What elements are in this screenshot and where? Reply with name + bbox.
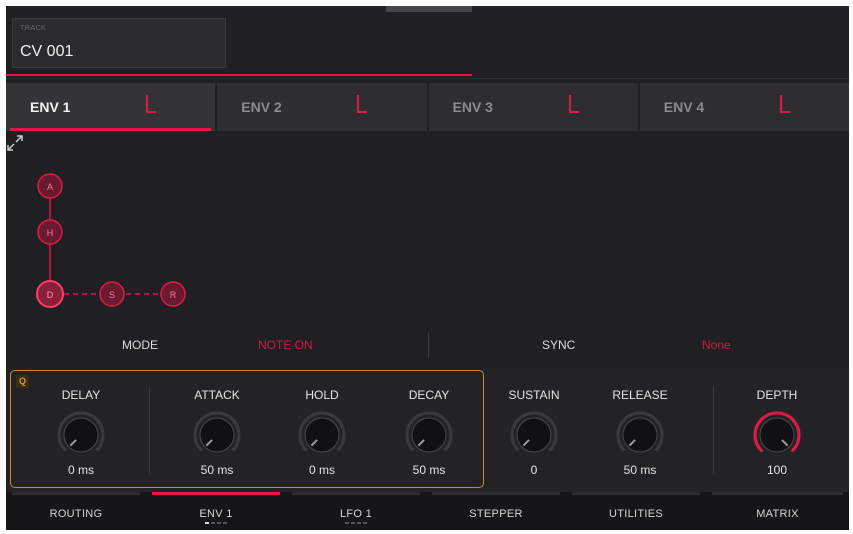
knob-label: DEPTH [756, 388, 798, 402]
bottom-nav: ROUTING ENV 1 LFO 1 STEPPER UTILITIES MA… [6, 492, 849, 530]
envelope-shape-icon [779, 95, 790, 113]
graph-node-r[interactable]: R [160, 281, 186, 307]
graph-node-h[interactable]: H [37, 219, 63, 245]
tab-env-4[interactable]: ENV 4 [639, 83, 849, 131]
knob-label: SUSTAIN [508, 388, 560, 402]
knob-decay[interactable]: DECAY 50 ms [379, 368, 479, 492]
knob-hold[interactable]: HOLD 0 ms [272, 368, 372, 492]
knob-divider [149, 386, 150, 474]
nav-env-1[interactable]: ENV 1 [146, 492, 286, 530]
knob-label: DELAY [61, 388, 101, 402]
nav-label: ENV 1 [199, 508, 233, 520]
track-label: TRACK [20, 25, 47, 32]
page-dots [286, 522, 426, 524]
knob-dial-icon [57, 411, 105, 453]
nav-routing[interactable]: ROUTING [6, 492, 146, 530]
knob-value: 50 ms [412, 463, 446, 477]
knob-panel: Q DELAY 0 ms ATTACK 50 ms HOLD 0 ms DECA… [6, 368, 849, 492]
mode-value[interactable]: NOTE ON [258, 338, 313, 352]
nav-indicator [152, 492, 280, 495]
graph-node-label: R [170, 290, 177, 300]
tab-label: ENV 2 [241, 99, 282, 115]
mode-sync-row: MODE NOTE ON SYNC None [6, 328, 849, 362]
envelope-shape-icon [146, 95, 156, 113]
knob-body [622, 417, 658, 453]
graph-node-s[interactable]: S [99, 281, 125, 307]
knob-dial-icon [298, 411, 346, 453]
knob-dial-icon [405, 411, 453, 453]
tab-env-3[interactable]: ENV 3 [428, 83, 638, 131]
top-handle[interactable] [386, 6, 472, 12]
knob-dial-icon [616, 411, 664, 453]
nav-label: ROUTING [49, 508, 103, 520]
envelope-graph-svg: A H D S R [36, 173, 186, 308]
track-name: CV 001 [20, 43, 74, 60]
knob-divider [713, 386, 714, 474]
knob-body [411, 417, 447, 453]
plugin-screen: TRACK CV 001 ENV 1 ENV 2 ENV 3 ENV 4 A H… [6, 6, 849, 530]
track-underline [6, 74, 472, 76]
nav-indicator [292, 492, 420, 495]
nav-indicator [712, 492, 843, 495]
knob-dial-icon [510, 411, 558, 453]
nav-utilities[interactable]: UTILITIES [566, 492, 706, 530]
graph-node-label: S [109, 290, 115, 300]
knob-value: 50 ms [200, 463, 234, 477]
knob-depth[interactable]: DEPTH 100 [727, 368, 827, 492]
q-badge: Q [16, 375, 29, 388]
tab-label: ENV 4 [663, 99, 705, 115]
knob-value: 50 ms [623, 463, 657, 477]
graph-node-d[interactable]: D [36, 280, 64, 308]
knob-value: 0 ms [308, 463, 335, 477]
knob-delay[interactable]: DELAY 0 ms [31, 368, 131, 492]
mode-label: MODE [122, 338, 158, 352]
header-divider [6, 78, 849, 79]
envelope-graph: A H D S R [6, 134, 849, 324]
nav-label: STEPPER [469, 508, 523, 520]
graph-node-label: H [47, 228, 54, 238]
graph-node-a[interactable]: A [37, 173, 63, 199]
knob-label: RELEASE [612, 388, 668, 402]
nav-lfo-1[interactable]: LFO 1 [286, 492, 426, 530]
envelope-tabs: ENV 1 ENV 2 ENV 3 ENV 4 [6, 83, 849, 131]
knob-dial-icon [193, 411, 241, 453]
knob-attack[interactable]: ATTACK 50 ms [167, 368, 267, 492]
sync-value[interactable]: None [702, 338, 731, 352]
tab-label: ENV 1 [30, 99, 71, 115]
knob-label: HOLD [305, 388, 339, 402]
nav-stepper[interactable]: STEPPER [426, 492, 566, 530]
page-dots [146, 522, 286, 524]
track-selector[interactable]: TRACK CV 001 [12, 18, 226, 68]
knob-body [516, 417, 552, 453]
nav-label: UTILITIES [608, 508, 664, 520]
graph-node-label: D [47, 290, 54, 300]
knob-body [199, 417, 235, 453]
tab-label: ENV 3 [452, 99, 493, 115]
knob-body [304, 417, 340, 453]
knob-body [63, 417, 99, 453]
knob-value: 0 ms [67, 463, 94, 477]
graph-node-label: A [47, 182, 53, 192]
envelope-shape-icon [357, 95, 368, 113]
knob-value: 100 [766, 463, 788, 477]
nav-indicator [432, 492, 560, 495]
envelope-shape-icon [568, 95, 579, 113]
nav-label: MATRIX [756, 508, 799, 520]
knob-label: DECAY [408, 388, 450, 402]
tab-env-2[interactable]: ENV 2 [217, 83, 427, 131]
expand-icon[interactable] [6, 134, 24, 152]
knob-label: ATTACK [194, 388, 240, 402]
sync-label: SYNC [542, 338, 576, 352]
knob-sustain[interactable]: SUSTAIN 0 [484, 368, 584, 492]
nav-label: LFO 1 [339, 508, 373, 520]
tab-env-1[interactable]: ENV 1 [6, 83, 216, 131]
knob-release[interactable]: RELEASE 50 ms [590, 368, 690, 492]
nav-matrix[interactable]: MATRIX [706, 492, 849, 530]
knob-value: 0 [530, 463, 538, 477]
nav-indicator [12, 492, 140, 495]
mode-divider [428, 332, 429, 358]
knob-body [759, 417, 795, 453]
knob-dial-icon [753, 411, 801, 453]
nav-indicator [572, 492, 700, 495]
